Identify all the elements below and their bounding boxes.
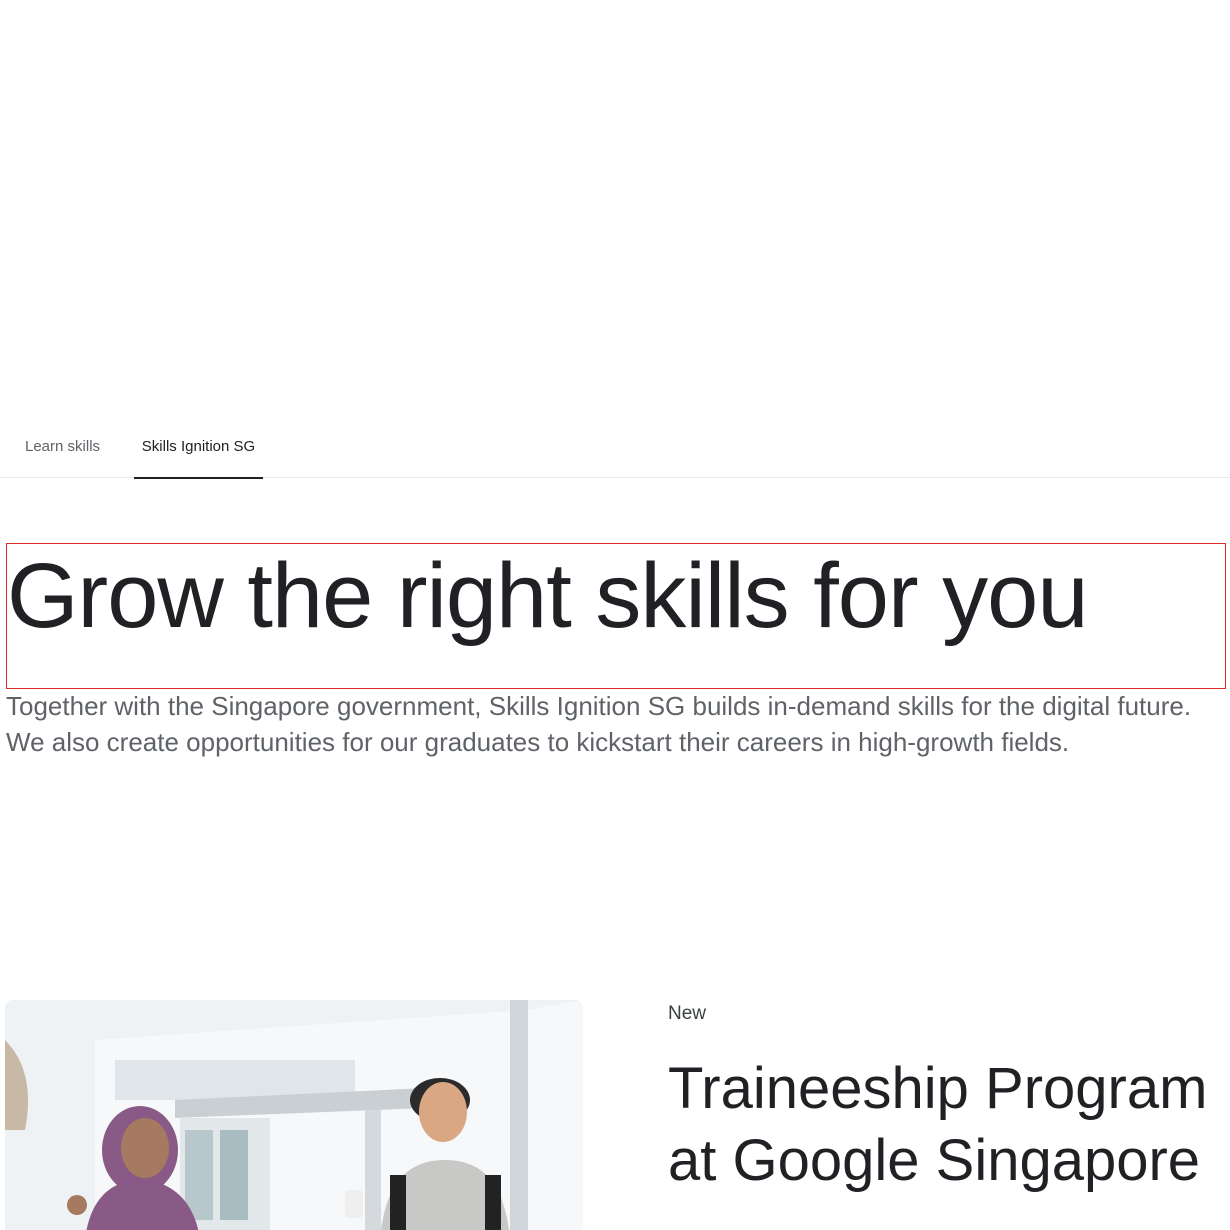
program-title: Traineeship Program at Google Singapore bbox=[668, 1056, 1208, 1193]
program-photo bbox=[5, 1000, 583, 1230]
tab-label: Skills Ignition SG bbox=[141, 438, 256, 455]
tab-learn-skills[interactable]: Learn skills bbox=[25, 415, 100, 478]
hero-heading: Grow the right skills for you bbox=[7, 545, 1088, 647]
page: Learn skills Skills Ignition SG Grow the… bbox=[0, 0, 1230, 1230]
hero-intro-text: Together with the Singapore government, … bbox=[6, 691, 1192, 757]
new-badge: New bbox=[668, 1003, 707, 1024]
tab-label: Learn skills bbox=[25, 438, 101, 455]
section-tab-bar: Learn skills Skills Ignition SG bbox=[0, 415, 1230, 479]
tab-skills-ignition-sg[interactable]: Skills Ignition SG bbox=[134, 415, 263, 479]
hero-heading-container: Grow the right skills for you bbox=[6, 543, 1226, 689]
photo-two-students bbox=[5, 1000, 583, 1230]
